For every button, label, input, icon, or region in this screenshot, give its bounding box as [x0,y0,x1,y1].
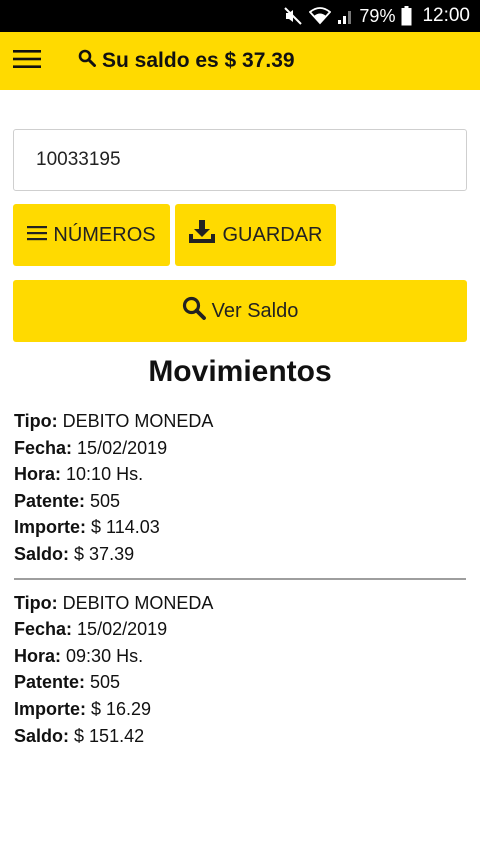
battery-percent: 79% [359,5,396,26]
wifi-icon [309,7,332,25]
guardar-label: GUARDAR [222,223,323,246]
movement-patente: Patente: 505 [14,669,466,696]
fecha-value: 15/02/2019 [77,619,168,640]
movement-importe: Importe: $ 16.29 [14,696,466,723]
search-icon [78,49,96,73]
card-number-input[interactable] [36,149,466,171]
list-icon [27,224,48,247]
movement-patente: Patente: 505 [14,488,466,515]
search-icon [182,296,206,326]
ver-saldo-label: Ver Saldo [211,299,299,322]
list-item: Tipo: DEBITO MONEDA Fecha: 15/02/2019 Ho… [14,408,466,568]
hora-value: 09:30 Hs. [66,645,144,666]
tipo-value: DEBITO MONEDA [62,411,214,431]
movement-hora: Hora: 09:30 Hs. [14,643,466,670]
fecha-label: Fecha: [14,437,73,458]
ver-saldo-button[interactable]: Ver Saldo [13,280,467,342]
movement-hora: Hora: 10:10 Hs. [14,461,466,488]
fecha-value: 15/02/2019 [77,437,168,458]
patente-value: 505 [90,672,121,693]
tipo-label: Tipo: [14,592,58,613]
app-title: Su saldo es $ 37.39 [78,49,295,73]
movements-title: Movimientos [148,355,332,388]
importe-label: Importe: [14,698,86,719]
saldo-label: Saldo: [14,725,70,746]
patente-label: Patente: [14,672,86,693]
importe-value: $ 114.03 [91,517,160,538]
hora-label: Hora: [14,464,62,485]
saldo-value: $ 151.42 [74,725,145,746]
hora-value: 10:10 Hs. [66,464,144,485]
list-item: Tipo: DEBITO MONEDA Fecha: 15/02/2019 Ho… [14,590,466,750]
menu-button[interactable] [0,32,54,90]
importe-label: Importe: [14,517,86,538]
movement-importe: Importe: $ 114.03 [14,514,466,541]
numeros-button[interactable]: NÚMEROS [13,204,170,266]
movement-fecha: Fecha: 15/02/2019 [14,435,466,462]
hora-label: Hora: [14,645,62,666]
tipo-value: DEBITO MONEDA [62,592,214,613]
fecha-label: Fecha: [14,619,73,640]
battery-icon [401,6,412,26]
status-bar: 79% 12:00 [0,0,480,32]
guardar-button[interactable]: GUARDAR [175,204,336,266]
tipo-label: Tipo: [14,411,58,431]
movements-list: Tipo: DEBITO MONEDA Fecha: 15/02/2019 Ho… [14,408,466,749]
mute-icon [283,6,303,26]
saldo-value: $ 37.39 [74,543,135,564]
movement-saldo: Saldo: $ 151.42 [14,723,466,750]
patente-value: 505 [90,490,121,511]
movement-fecha: Fecha: 15/02/2019 [14,616,466,643]
app-bar: Su saldo es $ 37.39 [0,32,480,90]
card-number-field[interactable] [13,129,467,191]
hamburger-icon [13,49,41,74]
numeros-label: NÚMEROS [53,223,156,246]
saldo-label: Saldo: [14,543,70,564]
importe-value: $ 16.29 [91,698,152,719]
status-time: 12:00 [422,5,470,26]
signal-icon [337,7,353,25]
divider [14,577,466,580]
balance-title: Su saldo es $ 37.39 [102,49,295,72]
movement-tipo: Tipo: DEBITO MONEDA [14,408,466,435]
patente-label: Patente: [14,490,86,511]
movement-tipo: Tipo: DEBITO MONEDA [14,590,466,617]
download-icon [188,220,216,250]
movement-saldo: Saldo: $ 37.39 [14,541,466,568]
